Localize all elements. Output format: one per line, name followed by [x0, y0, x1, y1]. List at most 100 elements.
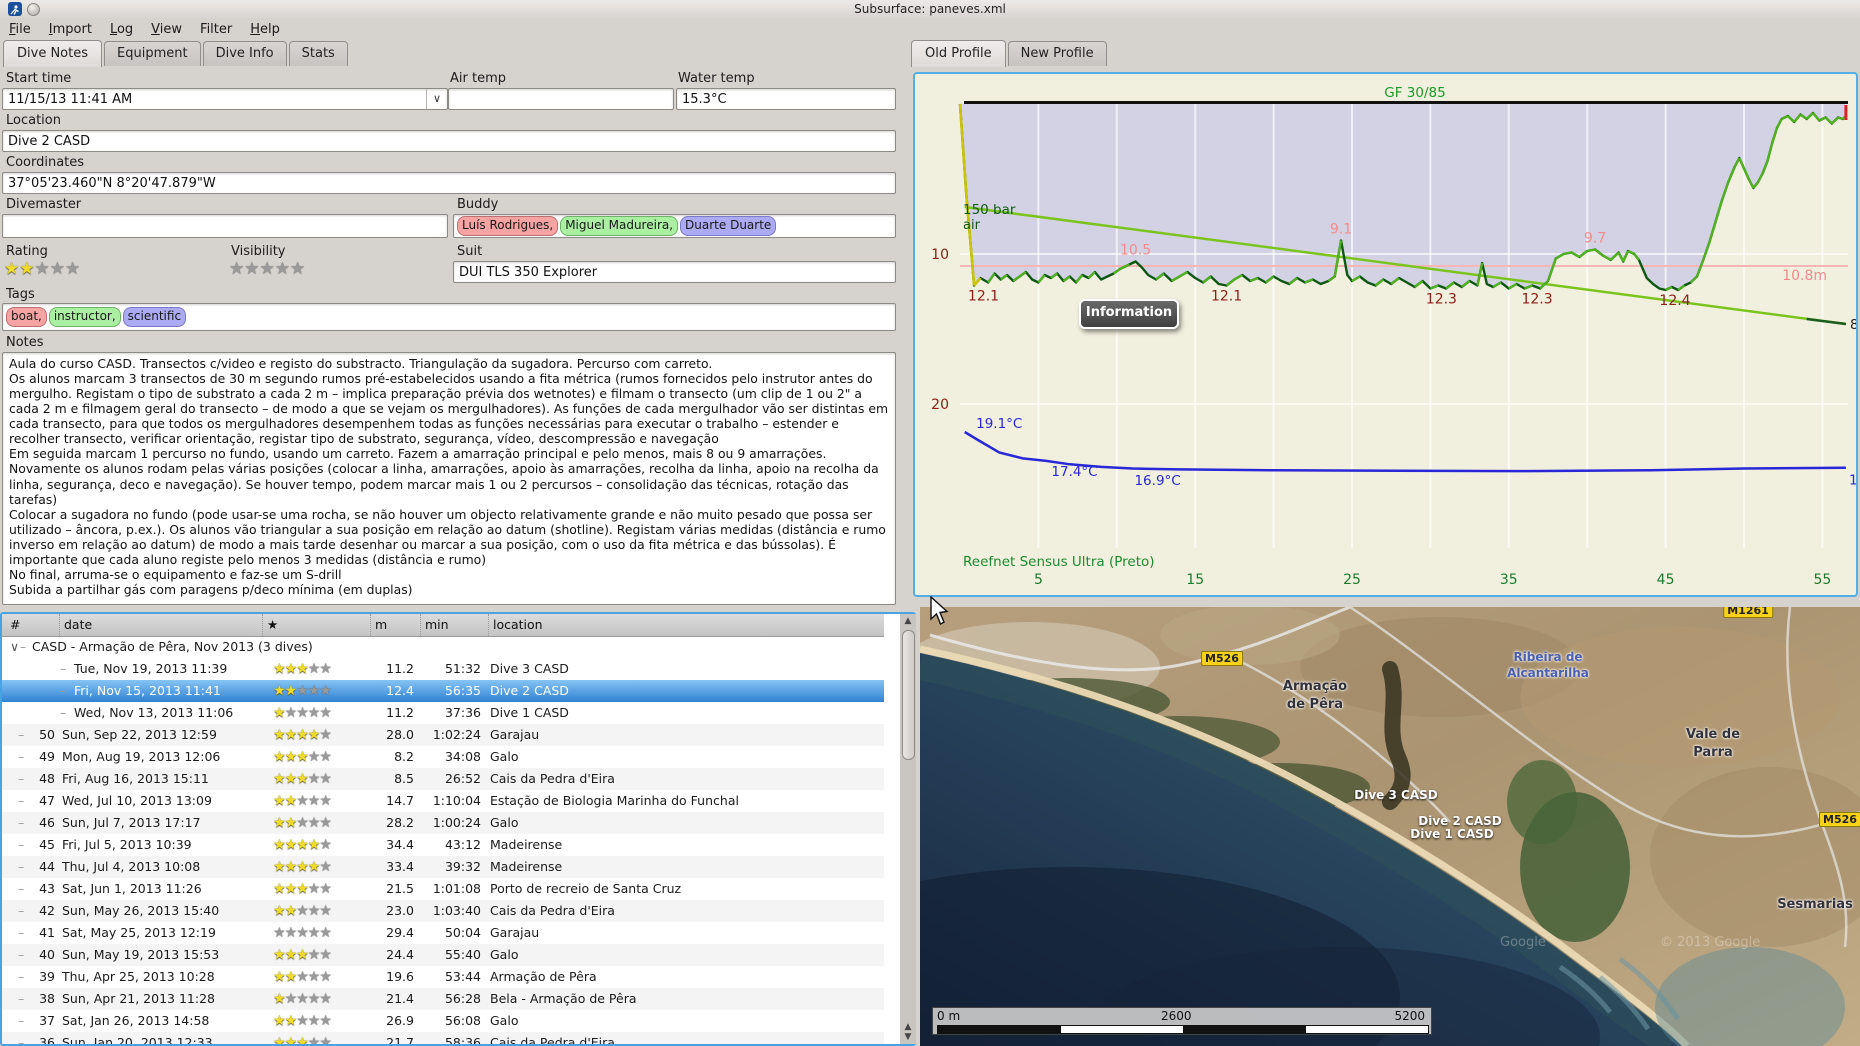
tab-dive-info[interactable]: Dive Info [202, 41, 287, 66]
dive-location: Galo [490, 815, 519, 830]
dive-date: Wed, Nov 13, 2013 11:06 [74, 705, 234, 720]
depth-annotation: 9.7 [1584, 231, 1606, 247]
star-icon: ★ [273, 881, 286, 897]
dive-row[interactable]: –45 Fri, Jul 5, 2013 10:39 ★★★★★ 34.4 43:12 M… [2, 834, 884, 856]
dive-row[interactable]: –47 Wed, Jul 10, 2013 13:09 ★★★★★ 14.7 1:10:… [2, 790, 884, 812]
star-icon: ★ [49, 259, 65, 279]
dive-rating: ★★★★★ [257, 724, 347, 746]
dive-row[interactable]: –46 Sun, Jul 7, 2013 17:17 ★★★★★ 28.2 1:00:2… [2, 812, 884, 834]
scroll-up-icon[interactable]: ▲ [900, 1022, 916, 1032]
column-header-location[interactable]: location [488, 614, 543, 636]
star-icon: ★ [296, 881, 309, 897]
dive-list-header[interactable]: # date ★ m min location [2, 614, 884, 637]
dive-depth: 8.5 [394, 771, 414, 786]
tab-stats[interactable]: Stats [288, 41, 348, 66]
dive-row[interactable]: –39 Thu, Apr 25, 2013 10:28 ★★★★★ 19.6 53:44… [2, 966, 884, 988]
dive-row[interactable]: –36 Sun, Jan 20, 2013 12:33 ★★★★★ 21.7 58:36… [2, 1032, 884, 1046]
time-tick-label: 45 [1657, 572, 1675, 588]
dive-site-marker[interactable]: Dive 2 CASD [1418, 814, 1501, 828]
dive-row[interactable]: –37 Sat, Jan 26, 2013 14:58 ★★★★★ 26.9 56:08… [2, 1010, 884, 1032]
dive-row[interactable]: –41 Sat, May 25, 2013 12:19 ★★★★★ 29.4 50:04… [2, 922, 884, 944]
star-icon: ★ [284, 881, 298, 897]
trip-label: CASD - Armação de Pêra, Nov 2013 (3 dive… [32, 639, 313, 654]
title-bar[interactable]: Subsurface: paneves.xml [0, 0, 1860, 18]
dive-location: Dive 2 CASD [490, 683, 569, 698]
dive-location: Porto de recreio de Santa Cruz [490, 881, 682, 896]
menu-file[interactable]: File [0, 20, 40, 39]
scroll-down-icon[interactable]: ▼ [900, 1032, 916, 1042]
tab-new-profile[interactable]: New Profile [1007, 41, 1107, 66]
notes-textarea[interactable]: Aula do curso CASD. Transectos c/video e… [2, 352, 896, 605]
dive-row[interactable]: –38 Sun, Apr 21, 2013 11:28 ★★★★★ 21.4 56:28… [2, 988, 884, 1010]
tab-equipment[interactable]: Equipment [104, 41, 201, 66]
menu-import[interactable]: Import [40, 20, 101, 39]
dive-duration: 50:04 [444, 925, 481, 940]
dive-row[interactable]: –43 Sat, Jun 1, 2013 11:26 ★★★★★ 21.5 1:01:0… [2, 878, 884, 900]
divemaster-field[interactable] [2, 214, 448, 238]
dive-date: Sat, Jun 1, 2013 11:26 [62, 881, 202, 896]
dive-duration: 34:08 [444, 749, 481, 764]
dive-row[interactable]: – Tue, Nov 19, 2013 11:39 ★★★★★ 11.2 51:32 Di… [2, 658, 884, 680]
dive-row[interactable]: –48 Fri, Aug 16, 2013 15:11 ★★★★★ 8.5 26:52 C… [2, 768, 884, 790]
menu-view[interactable]: View [142, 20, 191, 39]
dive-list-scrollbar[interactable]: ▲ ▲ ▼ [900, 614, 916, 1044]
scroll-up-icon[interactable]: ▲ [900, 616, 916, 626]
star-icon: ★ [284, 837, 298, 853]
dive-row[interactable]: –40 Sun, May 19, 2013 15:53 ★★★★★ 24.4 55:40… [2, 944, 884, 966]
rating-stars[interactable]: ★★★★★ [4, 259, 80, 278]
start-time-combobox[interactable]: 11/15/13 11:41 AM ∨ [2, 88, 448, 110]
dive-duration: 56:08 [444, 1013, 481, 1028]
dive-number: 36 [39, 1035, 55, 1046]
dive-date: Fri, Aug 16, 2013 15:11 [62, 771, 209, 786]
time-tick-label: 25 [1343, 572, 1361, 588]
suit-field[interactable] [453, 261, 896, 283]
depth-tick-label: 10 [931, 247, 949, 263]
coordinates-field[interactable] [2, 172, 896, 194]
column-header-date[interactable]: date [59, 614, 92, 636]
dive-site-marker[interactable]: Dive 1 CASD [1410, 827, 1493, 841]
profile-plot[interactable]: 10 20 5 15 25 35 45 55 Reefnet Sensus Ultra (Pre… [915, 74, 1856, 595]
dive-row[interactable]: –49 Mon, Aug 19, 2013 12:06 ★★★★★ 8.2 34:08 G… [2, 746, 884, 768]
menu-log[interactable]: Log [101, 20, 142, 39]
dive-number: 39 [39, 969, 55, 984]
column-header-m[interactable]: m [370, 614, 387, 636]
dive-site-marker[interactable]: Dive 3 CASD [1354, 788, 1437, 802]
column-header-★[interactable]: ★ [262, 614, 278, 636]
scrollbar-thumb[interactable] [902, 630, 915, 760]
window-menu-ball-icon[interactable] [27, 3, 40, 16]
dive-row[interactable]: –42 Sun, May 26, 2013 15:40 ★★★★★ 23.0 1:03:… [2, 900, 884, 922]
scroll-arrows[interactable]: ▲ ▼ [900, 1022, 916, 1042]
menu-filter[interactable]: Filter [191, 20, 241, 39]
chevron-down-icon[interactable]: ∨ [426, 89, 447, 109]
star-icon: ★ [319, 661, 332, 677]
dive-row[interactable]: – Fri, Nov 15, 2013 11:41 ★★★★★ 12.4 56:35 Di… [2, 680, 884, 702]
visibility-stars[interactable]: ★★★★★ [229, 259, 305, 278]
dive-profile-chart[interactable]: 10 20 5 15 25 35 45 55 Reefnet Sensus Ultra (Pre… [913, 72, 1858, 597]
tags-field[interactable]: boat, instructor, scientific [2, 303, 896, 331]
dive-depth: 28.2 [386, 815, 414, 830]
collapse-icon[interactable]: ∨ [10, 636, 19, 658]
map-place-label: Alcantarilha [1507, 666, 1589, 680]
trip-row[interactable]: ∨ – CASD - Armação de Pêra, Nov 2013 (3 di… [2, 636, 884, 658]
star-icon: ★ [296, 991, 309, 1007]
dive-site-map[interactable]: Armação de Pêra Ribeira de Alcantarilha Vale… [920, 607, 1860, 1046]
menu-help[interactable]: Help [241, 20, 289, 39]
information-button[interactable]: Information [1079, 299, 1179, 329]
buddy-field[interactable]: Luís Rodrigues, Miguel Madureira, Duarte D… [453, 214, 896, 238]
star-icon: ★ [284, 903, 298, 919]
tab-old-profile[interactable]: Old Profile [911, 40, 1006, 67]
dive-row[interactable]: –44 Thu, Jul 4, 2013 10:08 ★★★★★ 33.4 39:32 M… [2, 856, 884, 878]
star-icon: ★ [319, 793, 332, 809]
column-header-num[interactable]: # [6, 614, 20, 636]
dive-date: Wed, Jul 10, 2013 13:09 [62, 793, 212, 808]
dive-row[interactable]: –50 Sun, Sep 22, 2013 12:59 ★★★★★ 28.0 1:02:… [2, 724, 884, 746]
air-temp-field[interactable] [448, 88, 674, 110]
time-tick-label: 35 [1500, 572, 1518, 588]
tab-dive-notes[interactable]: Dive Notes [3, 40, 102, 67]
water-temp-field[interactable] [676, 88, 896, 110]
dive-list[interactable]: # date ★ m min location ∨ – CASD - Armação de P… [0, 612, 916, 1046]
location-field[interactable] [2, 130, 896, 152]
column-header-min[interactable]: min [420, 614, 449, 636]
temperature-label: 16 [1849, 472, 1856, 488]
dive-row[interactable]: – Wed, Nov 13, 2013 11:06 ★★★★★ 11.2 37:36 Di… [2, 702, 884, 724]
